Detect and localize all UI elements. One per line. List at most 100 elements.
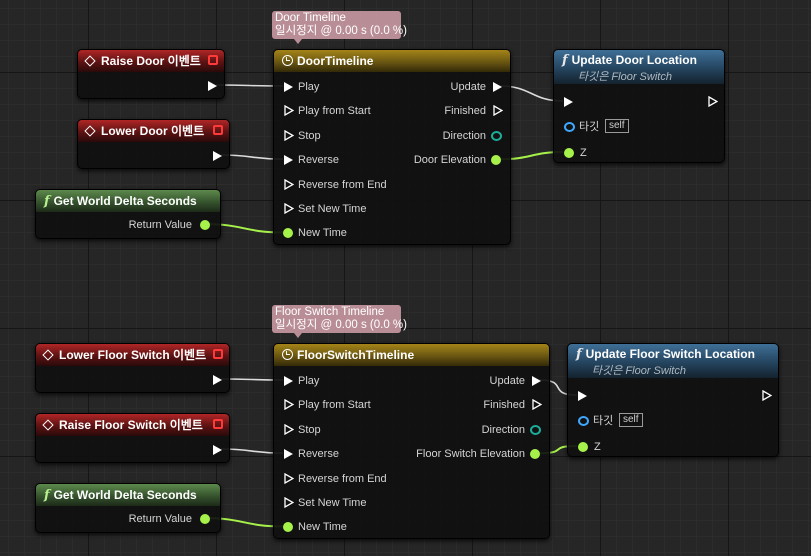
event-node-header[interactable]: Lower Door 이벤트 xyxy=(78,120,229,142)
function-node-header[interactable]: f Update Door Location 타깃은 Floor Switch xyxy=(554,50,724,84)
timeline-output-pin-finished[interactable] xyxy=(532,399,542,411)
timeline-output-label: Door Elevation xyxy=(413,154,486,167)
exec-input-pin-reverse-from-end[interactable] xyxy=(284,178,294,190)
z-input-label: Z xyxy=(594,441,601,453)
z-input-label: Z xyxy=(580,147,587,159)
target-label: 타깃 xyxy=(579,121,600,133)
timeline-input-label: Play from Start xyxy=(298,105,371,118)
timeline-input-label: Play from Start xyxy=(298,399,371,412)
timeline-output-pin-floor-switch-elevation[interactable] xyxy=(530,449,540,460)
function-node-title: Update Door Location xyxy=(571,53,697,67)
function-node-title: Update Floor Switch Location xyxy=(585,347,755,361)
function-target-subtitle: 타깃은 Floor Switch xyxy=(578,71,672,83)
event-delegate-pin[interactable] xyxy=(213,125,223,135)
timeline-node[interactable]: DoorTimeline Play Play from Start Stop Reve… xyxy=(273,49,511,245)
exec-input-pin-reverse[interactable] xyxy=(284,155,293,166)
event-delegate-pin[interactable] xyxy=(213,419,223,429)
exec-input-pin[interactable] xyxy=(564,97,573,107)
event-node[interactable]: Lower Floor Switch 이벤트 xyxy=(35,343,230,393)
timeline-output-pin-door-elevation[interactable] xyxy=(491,155,501,166)
exec-input-pin-play-from-start[interactable] xyxy=(284,105,294,117)
exec-input-pin-reverse-from-end[interactable] xyxy=(284,472,294,484)
timeline-node-header[interactable]: DoorTimeline xyxy=(274,50,510,72)
event-node-header[interactable]: Raise Door 이벤트 xyxy=(78,50,224,72)
event-delegate-pin[interactable] xyxy=(213,349,223,359)
event-node-header[interactable]: Raise Floor Switch 이벤트 xyxy=(36,414,229,436)
timeline-input-label: Stop xyxy=(298,129,321,142)
comment-title: Door Timeline xyxy=(275,12,346,24)
exec-input-pin-play[interactable] xyxy=(284,376,293,386)
event-node[interactable]: Raise Floor Switch 이벤트 xyxy=(35,413,230,463)
timeline-input-label: New Time xyxy=(298,227,347,240)
function-f-icon: f xyxy=(44,488,50,503)
exec-output-pin[interactable] xyxy=(208,81,217,91)
get-world-delta-seconds-node[interactable]: f Get World Delta Seconds Return Value xyxy=(35,483,221,533)
exec-output-pin[interactable] xyxy=(213,151,222,161)
exec-output-pin[interactable] xyxy=(708,96,718,107)
event-node[interactable]: Raise Door 이벤트 xyxy=(77,49,225,99)
target-label: 타깃 xyxy=(593,415,614,427)
timeline-node-title: FloorSwitchTimeline xyxy=(297,348,415,362)
timeline-input-label: Reverse xyxy=(298,448,339,461)
return-value-pin[interactable] xyxy=(200,514,210,524)
pure-node-header[interactable]: f Get World Delta Seconds xyxy=(36,190,220,212)
exec-output-pin[interactable] xyxy=(213,445,222,455)
pure-node-title: Get World Delta Seconds xyxy=(53,488,197,502)
exec-input-pin-set-new-time[interactable] xyxy=(284,497,294,508)
exec-output-pin[interactable] xyxy=(762,390,772,401)
timeline-input-label: Play xyxy=(298,81,320,93)
exec-input-pin-play-from-start[interactable] xyxy=(284,399,294,411)
pure-node-header[interactable]: f Get World Delta Seconds xyxy=(36,484,220,506)
timeline-output-pin-update[interactable] xyxy=(493,82,502,92)
exec-output-pin[interactable] xyxy=(213,375,222,385)
event-diamond-icon xyxy=(42,419,54,431)
timeline-clock-icon xyxy=(282,349,293,360)
timeline-input-label: New Time xyxy=(298,521,347,534)
function-call-node[interactable]: f Update Door Location 타깃은 Floor Switch 타… xyxy=(553,49,725,163)
timeline-output-pin-update[interactable] xyxy=(532,376,541,386)
timeline-output-pin-finished[interactable] xyxy=(493,105,503,117)
timeline-output-label: Update xyxy=(489,375,525,387)
new-time-input-pin[interactable] xyxy=(283,228,293,239)
timeline-input-label: Set New Time xyxy=(298,497,367,509)
timeline-node-header[interactable]: FloorSwitchTimeline xyxy=(274,344,549,366)
timeline-output-pin-direction[interactable] xyxy=(491,130,502,141)
get-world-delta-seconds-node[interactable]: f Get World Delta Seconds Return Value xyxy=(35,189,221,239)
z-input-pin[interactable] xyxy=(578,442,588,452)
blueprint-graph[interactable]: Door Timeline 일시정지 @ 0.00 s (0.0 %) Rais… xyxy=(0,0,811,556)
timeline-node[interactable]: FloorSwitchTimeline Play Play from Start S… xyxy=(273,343,550,539)
timeline-output-pin-direction[interactable] xyxy=(530,424,541,435)
event-node-title: Raise Door 이벤트 xyxy=(101,54,201,68)
target-object-pin[interactable] xyxy=(564,122,575,132)
exec-input-pin[interactable] xyxy=(578,391,587,401)
event-node-header[interactable]: Lower Floor Switch 이벤트 xyxy=(36,344,229,366)
function-target-subtitle: 타깃은 Floor Switch xyxy=(592,365,686,377)
event-node[interactable]: Lower Door 이벤트 xyxy=(77,119,230,169)
event-node-title: Raise Floor Switch 이벤트 xyxy=(59,418,203,432)
return-value-label: Return Value xyxy=(128,219,192,231)
exec-input-pin-set-new-time[interactable] xyxy=(284,203,294,214)
exec-input-pin-stop[interactable] xyxy=(284,129,294,141)
function-f-icon: f xyxy=(576,347,582,362)
event-diamond-icon xyxy=(84,55,96,67)
target-self-box[interactable]: self xyxy=(619,413,643,427)
return-value-label: Return Value xyxy=(128,513,192,525)
return-value-pin[interactable] xyxy=(200,220,210,230)
exec-input-pin-stop[interactable] xyxy=(284,423,294,435)
comment-title: Floor Switch Timeline xyxy=(275,306,385,318)
new-time-input-pin[interactable] xyxy=(283,522,293,533)
function-node-header[interactable]: f Update Floor Switch Location 타깃은 Floor … xyxy=(568,344,778,378)
target-self-box[interactable]: self xyxy=(605,119,629,133)
target-object-pin[interactable] xyxy=(578,416,589,426)
exec-input-pin-reverse[interactable] xyxy=(284,449,293,460)
z-input-pin[interactable] xyxy=(564,148,574,158)
timeline-clock-icon xyxy=(282,55,293,66)
timeline-comment-bubble: Door Timeline 일시정지 @ 0.00 s (0.0 %) xyxy=(272,11,407,44)
function-call-node[interactable]: f Update Floor Switch Location 타깃은 Floor … xyxy=(567,343,779,457)
timeline-output-label: Finished xyxy=(444,105,486,118)
event-node-title: Lower Floor Switch 이벤트 xyxy=(59,348,207,362)
event-delegate-pin[interactable] xyxy=(208,55,218,65)
pure-node-title: Get World Delta Seconds xyxy=(53,194,197,208)
timeline-output-label: Direction xyxy=(481,423,525,436)
exec-input-pin-play[interactable] xyxy=(284,82,293,92)
